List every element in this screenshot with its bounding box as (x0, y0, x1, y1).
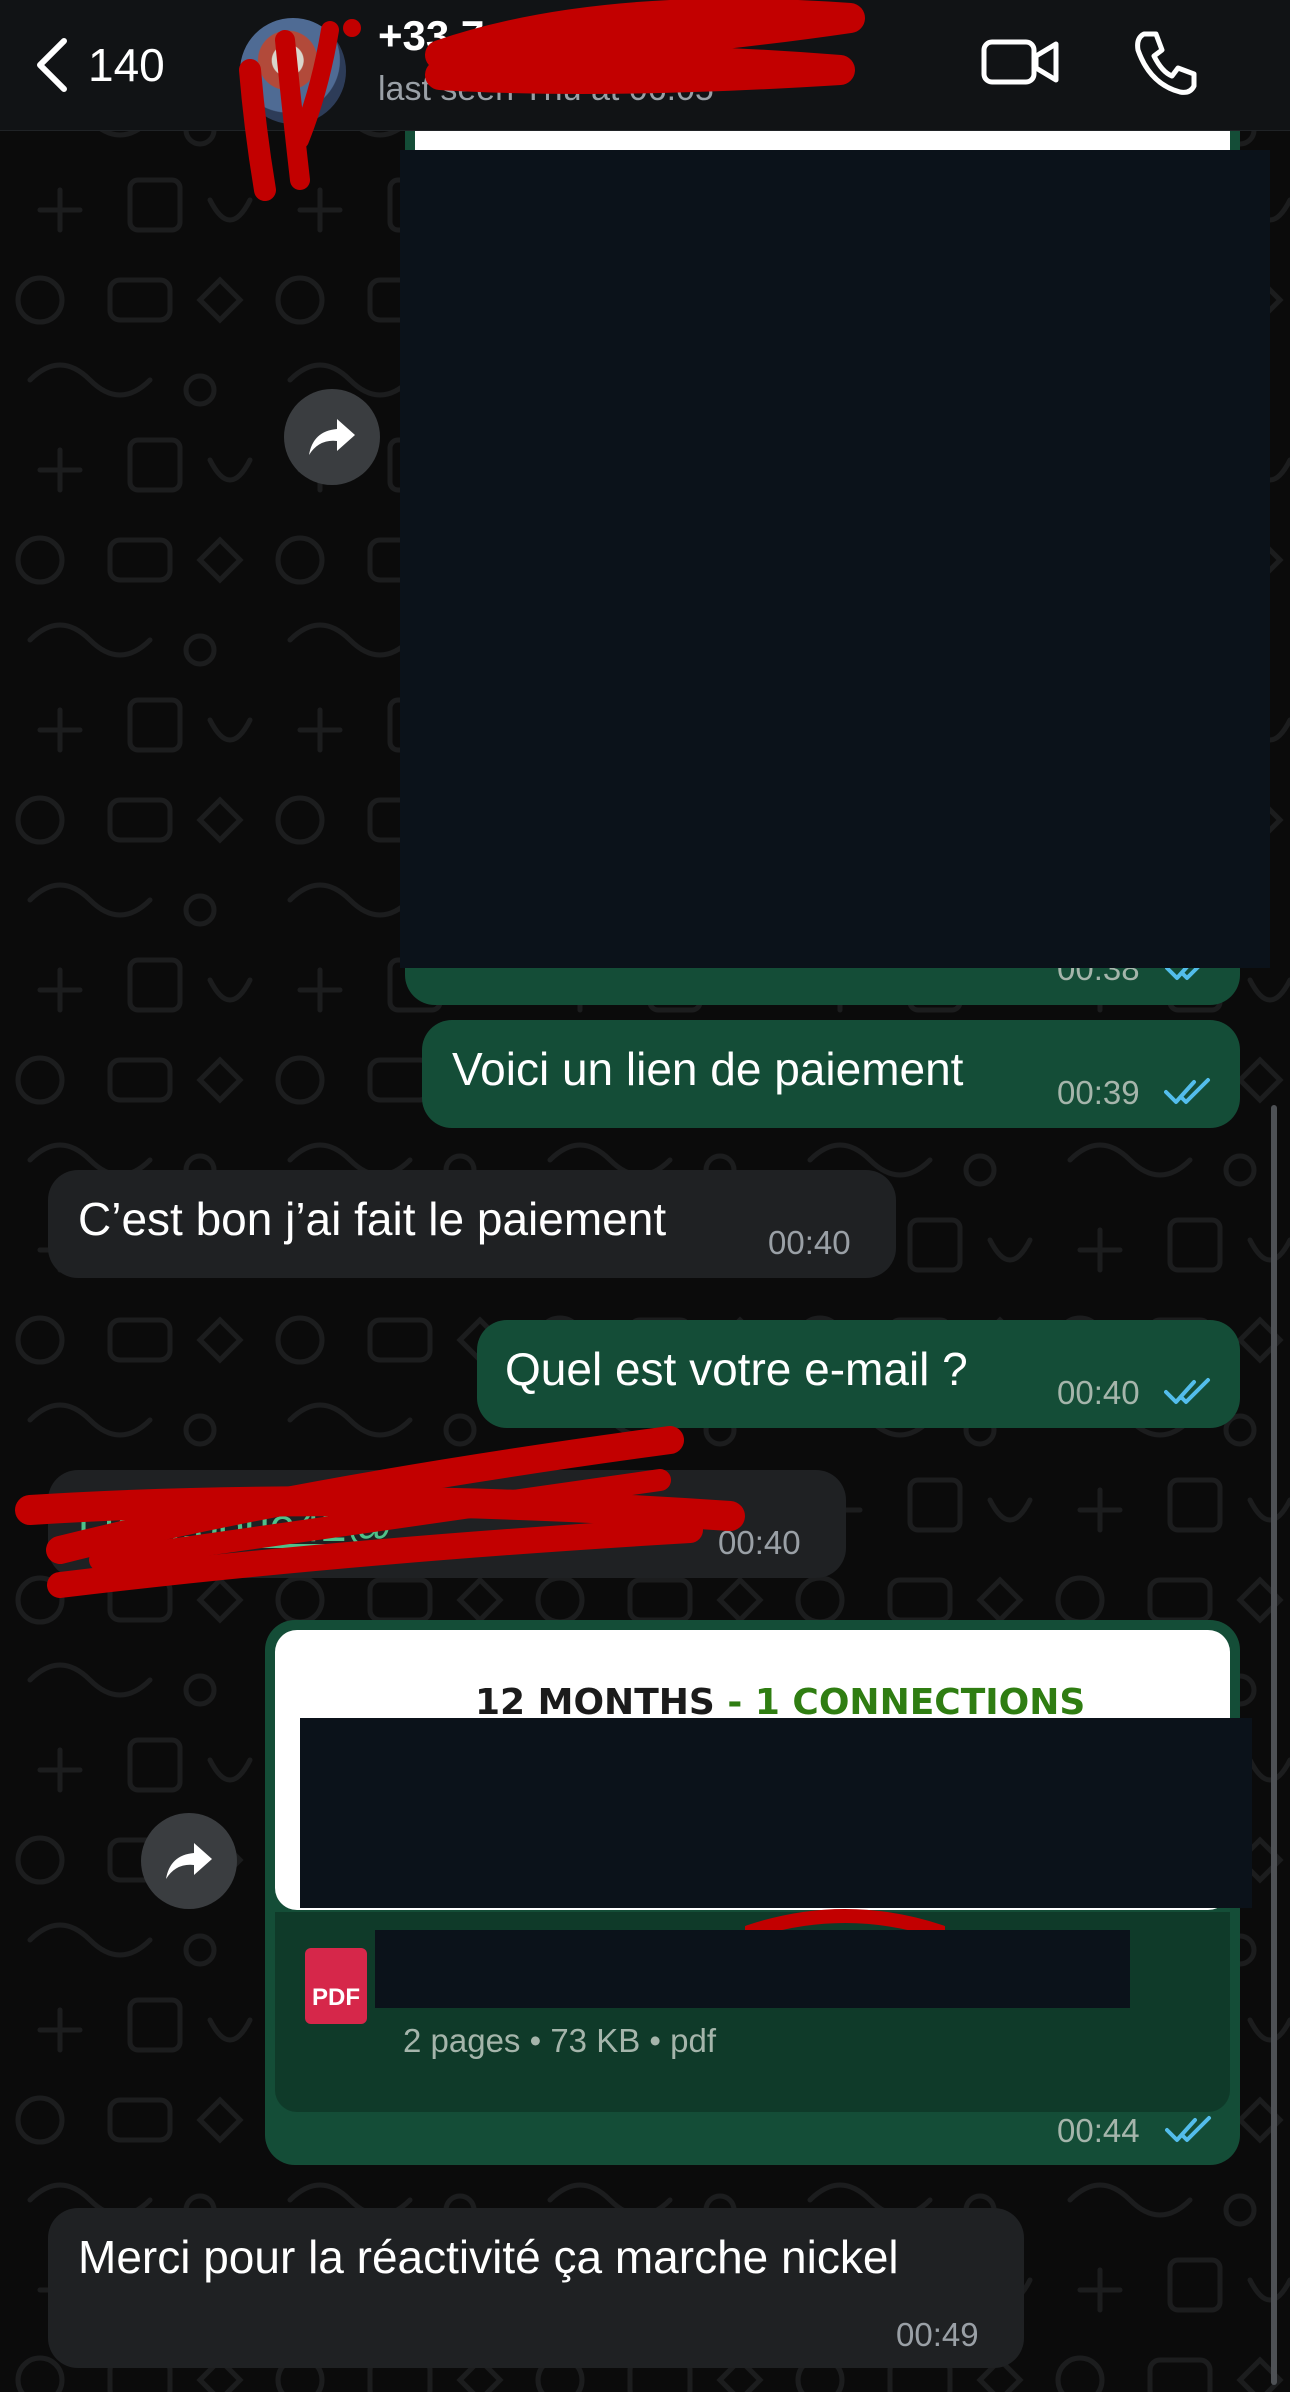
contact-avatar[interactable] (240, 18, 346, 124)
redaction-scribble-email (15, 1426, 745, 1598)
outgoing-text-message[interactable]: Quel est votre e-mail ? 00:40 (477, 1320, 1240, 1428)
redacted-image-area (400, 150, 1270, 968)
plan-connections: 1 CONNECTIONS (754, 1682, 1086, 1723)
document-meta: 2 pages • 73 KB • pdf (403, 2022, 716, 2059)
incoming-text-message[interactable]: C’est bon j’ai fait le paiement 00:40 (48, 1170, 896, 1278)
redacted-document-preview (300, 1718, 1252, 1908)
message-time: 00:49 (896, 2316, 979, 2353)
contact-name[interactable]: +33 7 (378, 12, 484, 60)
plan-separator: - (714, 1682, 755, 1723)
video-camera-icon[interactable] (980, 30, 1060, 94)
forward-button[interactable] (284, 389, 380, 485)
phone-icon[interactable] (1130, 28, 1200, 98)
plan-duration: 12 MONTHS (475, 1682, 715, 1723)
message-time: 00:40 (1057, 1374, 1140, 1411)
chevron-left-icon (37, 38, 67, 92)
message-text: Voici un lien de paiement (452, 1043, 964, 1095)
forward-button[interactable] (141, 1813, 237, 1909)
forward-arrow-icon (166, 1843, 212, 1879)
pdf-file-icon: PDF (305, 1948, 367, 2024)
back-button[interactable]: 140 (28, 30, 228, 100)
last-seen-status: last seen Thu at 06:05 (378, 70, 714, 108)
message-text: Quel est votre e-mail ? (505, 1343, 968, 1395)
unread-count: 140 (88, 39, 165, 91)
message-time: 00:39 (1057, 1074, 1140, 1111)
document-preview-title: 12 MONTHS - 1 CONNECTIONS (475, 1682, 1085, 1723)
message-text: C’est bon j’ai fait le paiement (78, 1193, 667, 1245)
forward-arrow-icon (309, 419, 355, 455)
double-check-icon (1164, 1078, 1210, 1104)
incoming-text-message[interactable]: Merci pour la réactivité ça marche nicke… (48, 2208, 1024, 2368)
double-check-icon (1164, 1378, 1210, 1404)
double-check-icon (1165, 2116, 1211, 2142)
image-preview-top-edge (415, 130, 1230, 150)
redacted-document-filename (375, 1930, 1130, 2008)
message-time: 00:40 (768, 1224, 851, 1261)
chat-header: 140 +33 7 last seen Thu at 06:05 (0, 0, 1290, 131)
pdf-badge-label: PDF (312, 1984, 360, 2011)
message-text: Merci pour la réactivité ça marche nicke… (78, 2231, 899, 2283)
outgoing-text-message[interactable]: Voici un lien de paiement 00:39 (422, 1020, 1240, 1128)
scrollbar[interactable] (1271, 1105, 1277, 2385)
message-time: 00:44 (1057, 2112, 1140, 2149)
